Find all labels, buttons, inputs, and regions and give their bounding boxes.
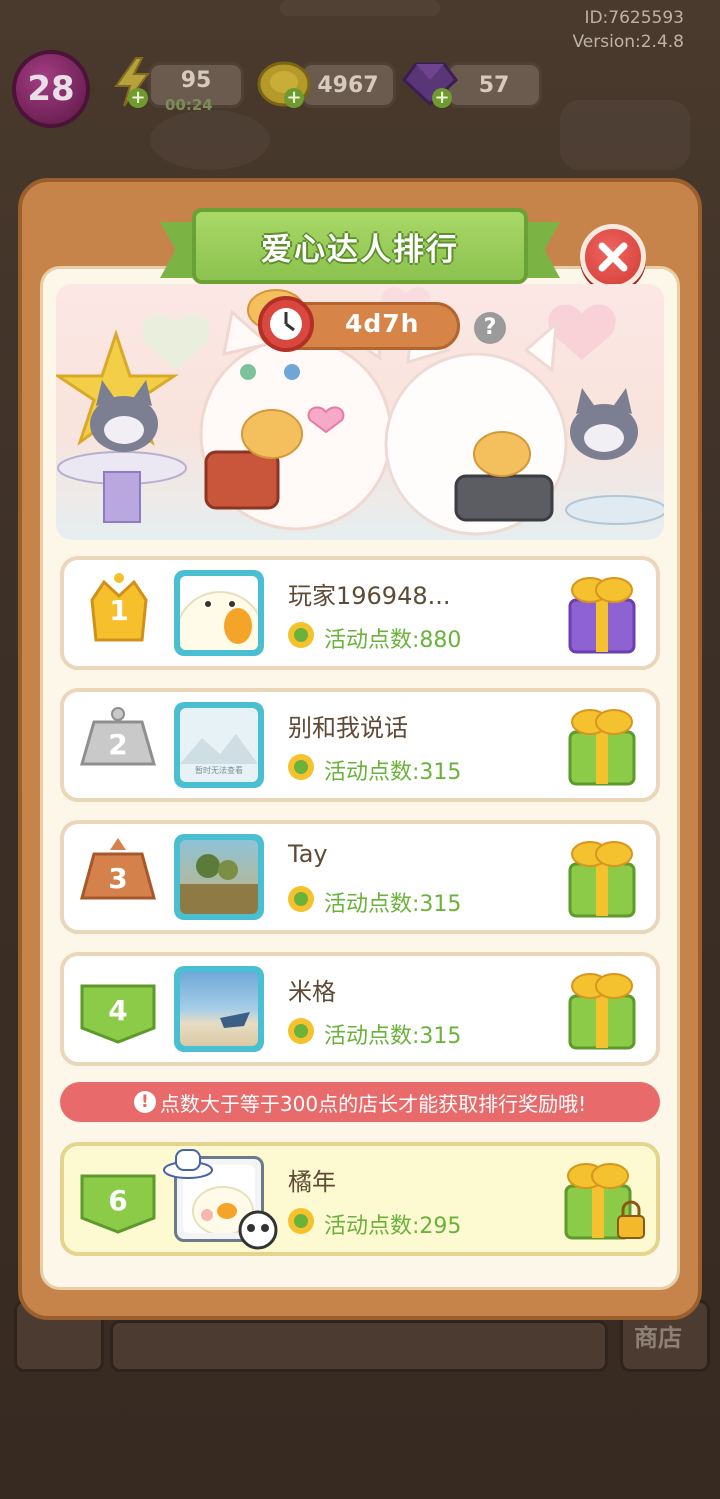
ranking-row-3: 3 Tay 活动点数:315 bbox=[60, 820, 660, 934]
rank-number: 3 bbox=[108, 862, 128, 895]
add-gems-icon[interactable]: + bbox=[432, 88, 452, 108]
clover-points-icon bbox=[288, 886, 314, 912]
close-button[interactable] bbox=[580, 224, 646, 290]
my-ranking-row: 6 橘年 活动点数:295 bbox=[60, 1142, 660, 1256]
bg-decor bbox=[280, 0, 440, 16]
coin-value: 4967 bbox=[317, 72, 379, 98]
reward-requirement-notice: ! 点数大于等于300点的店长才能获取排行奖励哦! bbox=[60, 1082, 660, 1122]
ranking-row-1: 1 玩家196948... 活动点数:880 bbox=[60, 556, 660, 670]
player-avatar[interactable] bbox=[174, 834, 264, 920]
clover-points-icon bbox=[288, 1018, 314, 1044]
bg-decor bbox=[150, 110, 270, 170]
gem-value: 57 bbox=[478, 72, 510, 98]
duck-avatar-image bbox=[180, 591, 258, 650]
panda-badge-icon bbox=[238, 1210, 278, 1250]
player-avatar[interactable]: 暂时无法查看 bbox=[174, 702, 264, 788]
activity-points: 活动点数:315 bbox=[324, 760, 462, 785]
clover-points-icon bbox=[288, 622, 314, 648]
purple-gift-icon[interactable] bbox=[564, 570, 640, 656]
player-avatar[interactable] bbox=[174, 966, 264, 1052]
rank-number: 6 bbox=[108, 1184, 128, 1217]
notice-text: 点数大于等于300点的店长才能获取排行奖励哦! bbox=[159, 1091, 587, 1116]
bottom-bar bbox=[110, 1320, 608, 1372]
painting-avatar-image bbox=[180, 854, 258, 914]
avatar-placeholder-text: 暂时无法查看 bbox=[195, 766, 243, 775]
player-avatar[interactable] bbox=[174, 570, 264, 656]
popup-title: 爱心达人排行 bbox=[261, 231, 459, 268]
activity-points: 活动点数:880 bbox=[324, 628, 462, 653]
clover-points-icon bbox=[288, 1208, 314, 1234]
my-activity-points: 活动点数:295 bbox=[324, 1214, 462, 1239]
green-gift-icon[interactable] bbox=[564, 966, 640, 1052]
shop-label: 商店 bbox=[634, 1324, 682, 1352]
countdown-text: 4d7h bbox=[345, 309, 420, 338]
hat-icon bbox=[163, 1149, 213, 1179]
player-name: 玩家196948... bbox=[288, 582, 451, 610]
alarm-clock-icon bbox=[258, 296, 314, 352]
beach-avatar-image bbox=[220, 1012, 250, 1028]
activity-points: 活动点数:315 bbox=[324, 1024, 462, 1049]
version-text: Version:2.4.8 bbox=[572, 32, 685, 52]
level-number: 28 bbox=[27, 69, 75, 109]
gem-counter[interactable]: 57 bbox=[446, 62, 542, 108]
bg-decor bbox=[560, 100, 690, 170]
activity-points: 活动点数:315 bbox=[324, 892, 462, 917]
level-badge[interactable]: 28 bbox=[12, 50, 90, 128]
locked-gift-icon[interactable] bbox=[560, 1156, 650, 1242]
ranking-row-4: 4 米格 活动点数:315 bbox=[60, 952, 660, 1066]
ranking-row-2: 2 暂时无法查看 别和我说话 活动点数:315 bbox=[60, 688, 660, 802]
green-gift-icon[interactable] bbox=[564, 702, 640, 788]
clover-points-icon bbox=[288, 754, 314, 780]
my-player-name: 橘年 bbox=[288, 1168, 336, 1196]
add-coins-icon[interactable]: + bbox=[284, 88, 304, 108]
title-ribbon: 爱心达人排行 bbox=[192, 208, 528, 284]
green-gift-icon[interactable] bbox=[564, 834, 640, 920]
player-name: 米格 bbox=[288, 978, 336, 1006]
add-energy-icon[interactable]: + bbox=[128, 88, 148, 108]
version-info: ID:7625593 Version:2.4.8 bbox=[573, 6, 685, 54]
coin-counter[interactable]: 4967 bbox=[300, 62, 396, 108]
rank-number: 2 bbox=[108, 728, 128, 761]
help-button[interactable]: ? bbox=[474, 312, 506, 344]
player-id: ID:7625593 bbox=[584, 8, 684, 28]
energy-timer: 00:24 bbox=[165, 96, 213, 114]
player-name: Tay bbox=[288, 840, 328, 868]
alert-icon: ! bbox=[133, 1091, 156, 1113]
energy-value: 95 bbox=[180, 67, 212, 93]
clock-face-icon bbox=[270, 308, 302, 340]
player-name: 别和我说话 bbox=[288, 714, 408, 742]
close-icon bbox=[598, 242, 628, 272]
rank-number: 4 bbox=[108, 994, 128, 1027]
rank-number: 1 bbox=[109, 594, 129, 627]
